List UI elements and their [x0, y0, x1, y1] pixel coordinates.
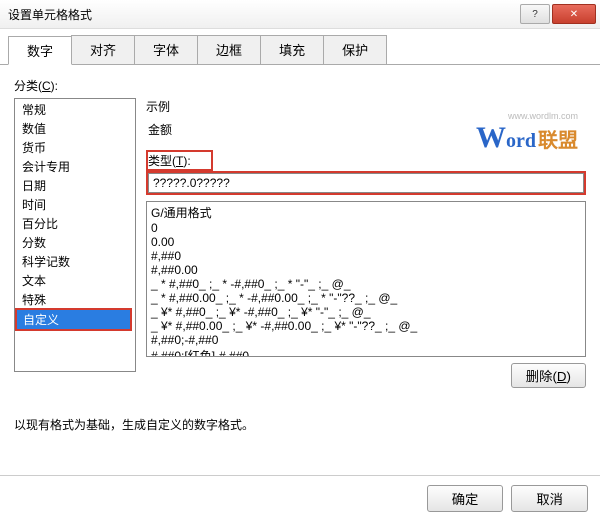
- format-item[interactable]: _ * #,##0_ ;_ * -#,##0_ ;_ * "-"_ ;_ @_: [149, 277, 583, 291]
- format-item[interactable]: #,##0.00: [149, 263, 583, 277]
- tab-bar: 数字 对齐 字体 边框 填充 保护: [0, 29, 600, 65]
- cat-text[interactable]: 文本: [16, 271, 134, 290]
- type-input-highlight: [146, 171, 586, 195]
- tab-alignment[interactable]: 对齐: [71, 35, 135, 64]
- dialog-footer: 确定 取消: [0, 475, 600, 520]
- cat-date[interactable]: 日期: [16, 176, 134, 195]
- titlebar: 设置单元格格式 ? ✕: [0, 0, 600, 29]
- window-buttons: ? ✕: [520, 4, 596, 24]
- format-item[interactable]: 0: [149, 221, 583, 235]
- tab-fill[interactable]: 填充: [260, 35, 324, 64]
- example-value: 金额: [146, 115, 586, 142]
- format-item[interactable]: 0.00: [149, 235, 583, 249]
- format-item[interactable]: _ ¥* #,##0.00_ ;_ ¥* -#,##0.00_ ;_ ¥* "-…: [149, 319, 583, 333]
- cat-number[interactable]: 数值: [16, 119, 134, 138]
- cat-general[interactable]: 常规: [16, 100, 134, 119]
- category-label: 分类(C):: [14, 77, 586, 94]
- cat-time[interactable]: 时间: [16, 195, 134, 214]
- delete-button[interactable]: 删除(D): [511, 363, 586, 388]
- tab-font[interactable]: 字体: [134, 35, 198, 64]
- hint-text: 以现有格式为基础，生成自定义的数字格式。: [14, 388, 586, 433]
- tab-border[interactable]: 边框: [197, 35, 261, 64]
- cat-accounting[interactable]: 会计专用: [16, 157, 134, 176]
- cancel-button[interactable]: 取消: [511, 485, 588, 512]
- format-item[interactable]: G/通用格式: [149, 204, 583, 221]
- dialog-body: www.wordlm.com W ord 联盟 分类(C): 常规 数值 货币 …: [0, 65, 600, 445]
- format-item[interactable]: #,##0;[红色]-#,##0: [149, 347, 583, 357]
- cat-custom[interactable]: 自定义: [15, 308, 132, 331]
- tab-number[interactable]: 数字: [8, 36, 72, 65]
- type-group: 类型(T):: [146, 150, 586, 195]
- main-row: 常规 数值 货币 会计专用 日期 时间 百分比 分数 科学记数 文本 特殊 自定…: [14, 98, 586, 388]
- format-item[interactable]: #,##0: [149, 249, 583, 263]
- type-label-highlight: 类型(T):: [146, 150, 213, 171]
- type-input[interactable]: [148, 173, 584, 193]
- format-item[interactable]: #,##0;-#,##0: [149, 333, 583, 347]
- type-label: 类型(T):: [148, 154, 191, 168]
- close-icon[interactable]: ✕: [552, 4, 596, 24]
- window-title: 设置单元格格式: [8, 6, 520, 23]
- format-list[interactable]: G/通用格式 0 0.00 #,##0 #,##0.00 _ * #,##0_ …: [146, 201, 586, 357]
- cat-scientific[interactable]: 科学记数: [16, 252, 134, 271]
- format-item[interactable]: _ ¥* #,##0_ ;_ ¥* -#,##0_ ;_ ¥* "-"_ ;_ …: [149, 305, 583, 319]
- ok-button[interactable]: 确定: [427, 485, 504, 512]
- cat-fraction[interactable]: 分数: [16, 233, 134, 252]
- example-label: 示例: [146, 98, 586, 115]
- format-item[interactable]: _ * #,##0.00_ ;_ * -#,##0.00_ ;_ * "-"??…: [149, 291, 583, 305]
- format-cells-dialog: 设置单元格格式 ? ✕ 数字 对齐 字体 边框 填充 保护 www.wordlm…: [0, 0, 600, 520]
- cat-special[interactable]: 特殊: [16, 290, 134, 309]
- right-panel: 示例 金额 类型(T): G/通用格式 0 0.00 #,##0: [146, 98, 586, 388]
- example-group: 示例 金额: [146, 98, 586, 142]
- cat-percentage[interactable]: 百分比: [16, 214, 134, 233]
- category-list[interactable]: 常规 数值 货币 会计专用 日期 时间 百分比 分数 科学记数 文本 特殊 自定…: [14, 98, 136, 372]
- cat-currency[interactable]: 货币: [16, 138, 134, 157]
- help-icon[interactable]: ?: [520, 4, 550, 24]
- tab-protection[interactable]: 保护: [323, 35, 387, 64]
